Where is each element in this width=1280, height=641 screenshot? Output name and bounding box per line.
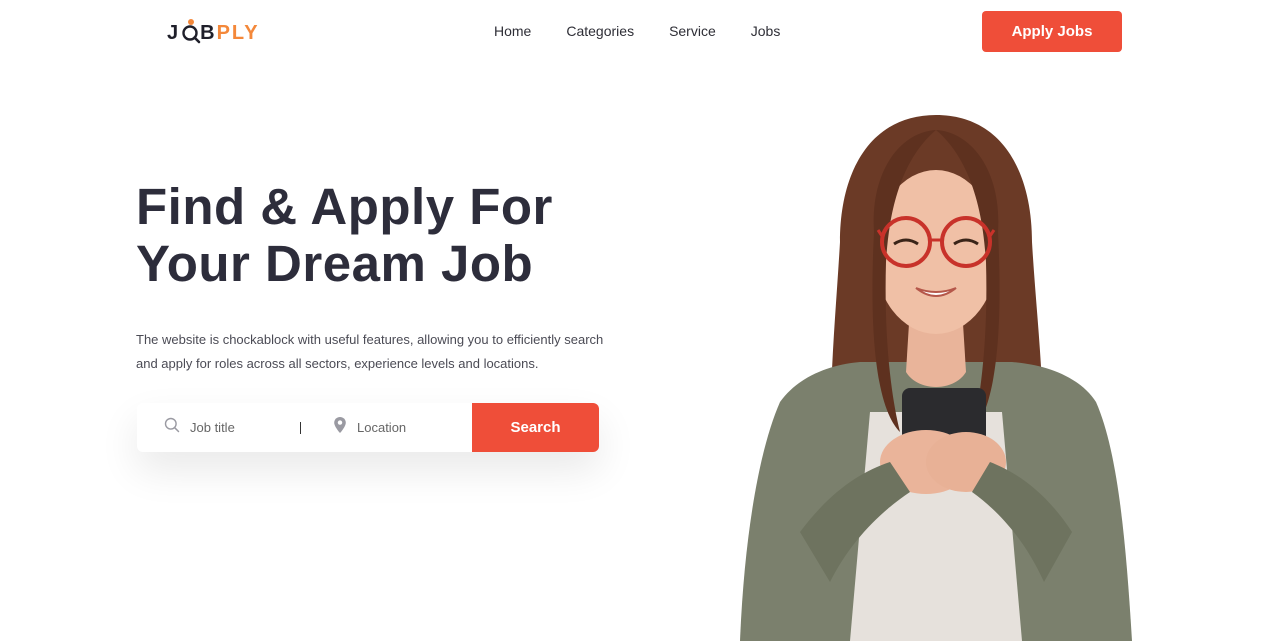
- hero-title-line1: Find & Apply For: [136, 178, 553, 235]
- nav-service[interactable]: Service: [669, 23, 716, 39]
- hero-title-line2: Your Dream Job: [136, 235, 534, 292]
- logo-wordmark: J B PLY: [167, 19, 260, 45]
- logo-ply: PLY: [216, 21, 260, 44]
- field-divider: [300, 421, 301, 434]
- logo-letter-j: J: [167, 21, 181, 44]
- location-input[interactable]: [357, 420, 467, 435]
- logo-magnifier-icon: [181, 19, 201, 44]
- search-button[interactable]: Search: [472, 403, 599, 452]
- job-title-field: [137, 403, 309, 452]
- nav-jobs[interactable]: Jobs: [751, 23, 781, 39]
- job-search-bar: Search: [137, 403, 599, 452]
- nav-categories[interactable]: Categories: [566, 23, 634, 39]
- main-nav: Home Categories Service Jobs: [494, 23, 780, 39]
- apply-jobs-button[interactable]: Apply Jobs: [982, 11, 1122, 52]
- logo-letter-b: B: [200, 21, 217, 44]
- hero-description: The website is chockablock with useful f…: [136, 332, 604, 371]
- location-field: [309, 403, 472, 452]
- location-pin-icon: [333, 416, 347, 439]
- job-title-input[interactable]: [190, 420, 300, 435]
- brand-logo[interactable]: J B PLY: [167, 16, 260, 50]
- hero-person-image: [740, 115, 1132, 641]
- hero-title: Find & Apply For Your Dream Job: [136, 178, 553, 292]
- nav-home[interactable]: Home: [494, 23, 531, 39]
- search-icon: [164, 417, 180, 438]
